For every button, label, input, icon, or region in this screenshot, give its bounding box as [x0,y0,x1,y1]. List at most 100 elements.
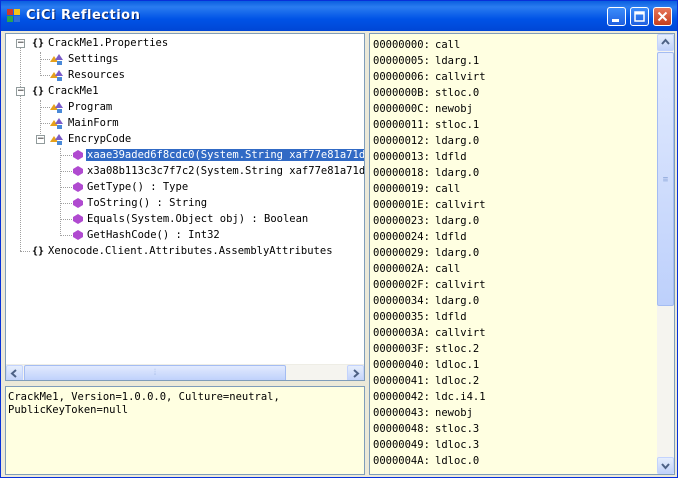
scroll-thumb[interactable]: ≡ [657,52,674,306]
maximize-icon [634,11,645,22]
il-row[interactable]: 00000000: call [373,37,653,53]
il-opcode: ldarg.0 [435,215,480,227]
collapse-toggle[interactable]: − [16,39,25,48]
il-opcode: ldarg.0 [435,135,480,147]
tree-node-class[interactable]: EncrypCode [68,131,131,147]
il-listing-panel[interactable]: 00000000: call 00000005: ldarg.1 00000006: ca… [369,33,675,475]
il-opcode: call [435,183,461,195]
class-icon [50,70,63,81]
tree-node-method[interactable]: x3a08b113c3c7f7c2(System.String xaf77e81… [87,163,364,179]
il-opcode: ldloc.1 [435,359,480,371]
scroll-down-button[interactable] [657,457,674,474]
il-row[interactable]: 00000042: ldc.i4.1 [373,389,653,405]
il-opcode: call [435,39,461,51]
il-opcode: stloc.1 [435,119,480,131]
tree-node-class[interactable]: Program [68,99,112,115]
il-row[interactable]: 00000034: ldarg.0 [373,293,653,309]
assembly-info-text: CrackMe1, Version=1.0.0.0, Culture=neutr… [8,391,280,416]
scroll-right-icon [353,369,360,378]
tree-content: − {} CrackMe1.Properties Settings Resourc… [6,34,364,364]
il-opcode: ldfld [435,231,467,243]
tree-node-namespace[interactable]: {} CrackMe1.Properties [32,35,168,51]
il-offset: 00000000: [373,39,430,51]
il-row[interactable]: 00000048: stloc.3 [373,421,653,437]
tree-node-class[interactable]: MainForm [68,115,119,131]
minimize-button[interactable] [607,7,626,26]
tree-node-namespace[interactable]: {} CrackMe1 [32,83,99,99]
scroll-left-button[interactable] [6,365,23,380]
il-offset: 00000029: [373,247,430,259]
il-opcode: callvirt [435,199,486,211]
il-row[interactable]: 0000001E: callvirt [373,197,653,213]
il-row[interactable]: 00000006: callvirt [373,69,653,85]
tree-node-namespace[interactable]: {} Xenocode.Client.Attributes.AssemblyAtt… [32,243,333,259]
collapse-toggle[interactable]: − [36,135,45,144]
il-row[interactable]: 0000003F: stloc.2 [373,341,653,357]
il-row[interactable]: 00000049: ldloc.3 [373,437,653,453]
scroll-up-button[interactable] [657,34,674,51]
il-row[interactable]: 00000023: ldarg.0 [373,213,653,229]
il-offset: 00000005: [373,55,430,67]
il-opcode: ldarg.0 [435,167,480,179]
il-row[interactable]: 0000004A: ldloc.0 [373,453,653,469]
scroll-left-icon [10,369,17,378]
title-bar[interactable]: CiCi Reflection [1,1,677,31]
il-row[interactable]: 00000041: ldloc.2 [373,373,653,389]
il-row[interactable]: 0000000B: stloc.0 [373,85,653,101]
il-row[interactable]: 00000029: ldarg.0 [373,245,653,261]
il-offset: 00000040: [373,359,430,371]
scroll-right-button[interactable] [347,365,364,380]
il-opcode: stloc.0 [435,87,480,99]
il-offset: 00000012: [373,135,430,147]
il-vertical-scrollbar[interactable]: ≡ [657,34,674,474]
il-offset: 00000018: [373,167,430,179]
class-icon [50,134,63,145]
il-row[interactable]: 00000012: ldarg.0 [373,133,653,149]
il-row[interactable]: 0000002F: callvirt [373,277,653,293]
close-button[interactable] [653,7,672,26]
method-icon [73,150,83,160]
tree-node-method[interactable]: ToString() : String [87,195,207,211]
il-row[interactable]: 00000005: ldarg.1 [373,53,653,69]
il-offset: 00000048: [373,423,430,435]
il-row[interactable]: 00000043: newobj [373,405,653,421]
il-row[interactable]: 00000018: ldarg.0 [373,165,653,181]
namespace-icon: {} [32,246,45,257]
assembly-tree[interactable]: − {} CrackMe1.Properties Settings Resourc… [5,33,365,381]
il-offset: 00000049: [373,439,430,451]
il-row[interactable]: 0000002A: call [373,261,653,277]
close-icon [657,11,668,22]
tree-node-class[interactable]: Resources [68,67,125,83]
il-row[interactable]: 00000040: ldloc.1 [373,357,653,373]
il-opcode: stloc.3 [435,423,480,435]
class-icon [50,118,63,129]
assembly-info-panel: CrackMe1, Version=1.0.0.0, Culture=neutr… [5,386,365,475]
il-opcode: ldc.i4.1 [435,391,486,403]
tree-node-class[interactable]: Settings [68,51,119,67]
tree-node-method[interactable]: GetType() : Type [87,179,188,195]
tree-node-method[interactable]: GetHashCode() : Int32 [87,227,220,243]
tree-horizontal-scrollbar[interactable]: ⦙ [6,364,364,380]
tree-node-method-selected[interactable]: xaae39aded6f8cdc0(System.String xaf77e81… [86,147,364,163]
il-row[interactable]: 0000003A: callvirt [373,325,653,341]
il-row[interactable]: 00000035: ldfld [373,309,653,325]
il-opcode: ldloc.0 [435,455,480,467]
il-opcode: call [435,263,461,275]
scroll-thumb[interactable]: ⦙ [24,365,286,380]
il-row[interactable]: 0000000C: newobj [373,101,653,117]
scroll-up-icon [661,38,670,45]
tree-node-method[interactable]: Equals(System.Object obj) : Boolean [87,211,308,227]
il-offset: 00000023: [373,215,430,227]
class-icon [50,102,63,113]
il-row[interactable]: 00000019: call [373,181,653,197]
method-icon [73,166,83,176]
il-row[interactable]: 00000011: stloc.1 [373,117,653,133]
il-offset: 00000043: [373,407,430,419]
maximize-button[interactable] [630,7,649,26]
collapse-toggle[interactable]: − [16,87,25,96]
il-offset: 00000019: [373,183,430,195]
il-row[interactable]: 00000013: ldfld [373,149,653,165]
il-row[interactable]: 00000024: ldfld [373,229,653,245]
minimize-icon [612,19,619,22]
il-opcode: ldarg.0 [435,295,480,307]
